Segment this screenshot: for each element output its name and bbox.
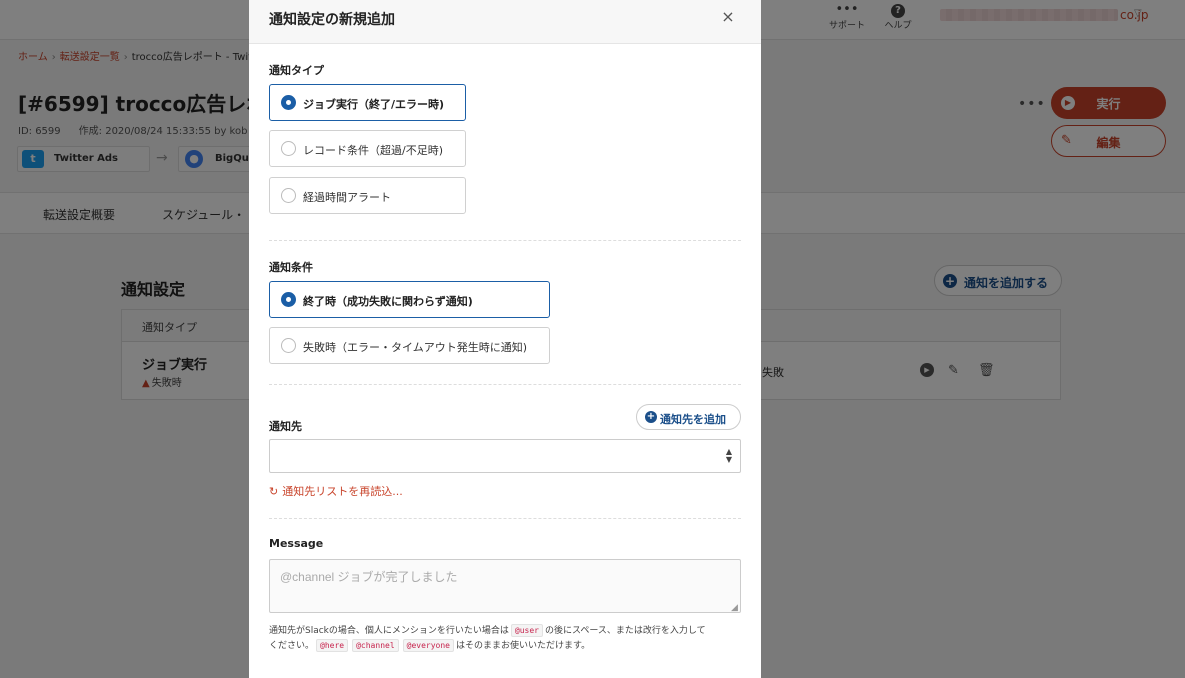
- radio-record-condition[interactable]: レコード条件（超過/不足時): [269, 130, 466, 167]
- add-destination-button[interactable]: + 通知先を追加: [636, 404, 741, 430]
- radio-button[interactable]: [281, 188, 296, 203]
- section-divider: [269, 240, 741, 241]
- radio-button[interactable]: [281, 141, 296, 156]
- code-user: @user: [510, 624, 543, 637]
- add-notification-modal: 通知設定の新規追加 × 通知タイプ ジョブ実行（終了/エラー時) レコード条件（…: [249, 0, 761, 678]
- radio-on-failure[interactable]: 失敗時（エラー・タイムアウト発生時に通知): [269, 327, 550, 364]
- radio-label: 終了時（成功失敗に関わらず通知): [303, 295, 473, 308]
- message-help-text: 通知先がSlackの場合、個人にメンションを行いたい場合は @user の後にスペー…: [269, 624, 706, 652]
- radio-label: 失敗時（エラー・タイムアウト発生時に通知): [303, 341, 528, 354]
- code-everyone: @everyone: [402, 639, 454, 652]
- radio-button[interactable]: [281, 95, 296, 110]
- code-here: @here: [316, 639, 349, 652]
- radio-job-execution[interactable]: ジョブ実行（終了/エラー時): [269, 84, 466, 121]
- close-icon[interactable]: ×: [719, 7, 737, 26]
- message-label: Message: [269, 537, 324, 550]
- message-textarea[interactable]: [269, 559, 741, 613]
- radio-label: ジョブ実行（終了/エラー時): [303, 98, 445, 111]
- destination-select[interactable]: ▲ ▼: [269, 439, 741, 473]
- destination-label: 通知先: [269, 420, 302, 433]
- radio-button[interactable]: [281, 338, 296, 353]
- notification-type-label: 通知タイプ: [269, 64, 324, 77]
- section-divider: [269, 384, 741, 385]
- section-divider: [269, 518, 741, 519]
- radio-elapsed-time-alert[interactable]: 経過時間アラート: [269, 177, 466, 214]
- reload-destinations-link[interactable]: ↻ 通知先リストを再読込...: [269, 483, 403, 499]
- modal-title: 通知設定の新規追加: [269, 12, 395, 28]
- code-channel: @channel: [352, 639, 399, 652]
- radio-on-finish[interactable]: 終了時（成功失敗に関わらず通知): [269, 281, 550, 318]
- add-destination-label: 通知先を追加: [660, 413, 726, 426]
- plus-circle-icon: +: [645, 411, 657, 423]
- radio-label: レコード条件（超過/不足時): [303, 144, 443, 157]
- reload-label: 通知先リストを再読込...: [282, 485, 403, 498]
- refresh-icon: ↻: [269, 485, 279, 498]
- select-arrows-icon: ▲ ▼: [725, 447, 732, 464]
- radio-button[interactable]: [281, 292, 296, 307]
- modal-header: 通知設定の新規追加 ×: [249, 0, 761, 44]
- notification-condition-label: 通知条件: [269, 261, 313, 274]
- resize-handle-icon[interactable]: ◢: [731, 603, 738, 613]
- radio-label: 経過時間アラート: [303, 191, 391, 204]
